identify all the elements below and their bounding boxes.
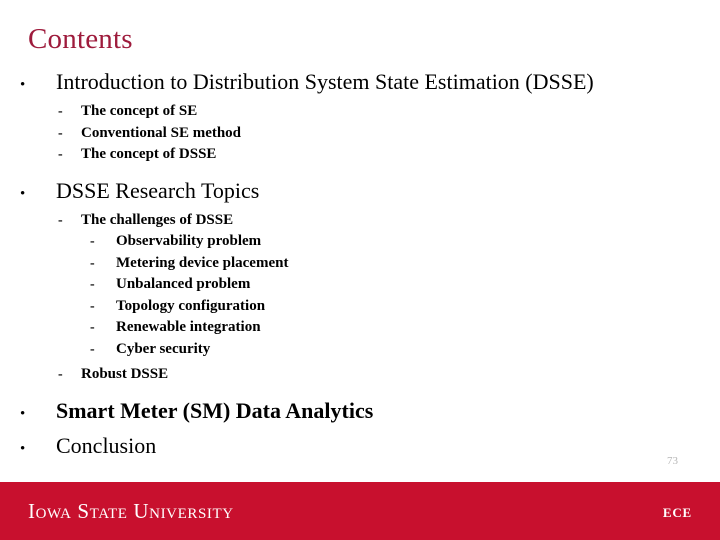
outline-body: • Introduction to Distribution System Sta… bbox=[0, 66, 720, 465]
bullet-marker-icon: • bbox=[20, 77, 26, 93]
outline-item-label: Conventional SE method bbox=[81, 124, 242, 141]
outline-item-label: DSSE Research Topics bbox=[56, 177, 260, 203]
outline-item-label: Observability problem bbox=[116, 233, 262, 249]
outline-item-level-2: - Robust DSSE bbox=[0, 364, 720, 386]
bullet-marker-icon: • bbox=[20, 185, 26, 202]
bullet-marker-icon: - bbox=[58, 367, 63, 382]
outline-item-label: Unbalanced problem bbox=[116, 276, 251, 292]
footer-band: Iowa State University ECE bbox=[0, 482, 720, 540]
bullet-marker-icon: - bbox=[58, 212, 63, 228]
bullet-marker-icon: - bbox=[90, 341, 95, 357]
outline-item-label: The challenges of DSSE bbox=[81, 211, 234, 228]
outline-item-level-1: • Introduction to Distribution System Sta… bbox=[0, 66, 720, 101]
page-number: 73 bbox=[667, 455, 678, 467]
bullet-marker-icon: - bbox=[58, 104, 63, 119]
iowa-state-university-wordmark: Iowa State University bbox=[28, 499, 234, 523]
page-title: Contents bbox=[28, 23, 133, 55]
bullet-marker-icon: • bbox=[20, 405, 26, 422]
outline-item-label: Metering device placement bbox=[116, 254, 289, 271]
outline-item-level-2: - Conventional SE method bbox=[0, 123, 720, 145]
outline-item-level-3: - Unbalanced problem bbox=[0, 274, 720, 296]
bullet-marker-icon: - bbox=[90, 320, 95, 335]
outline-item-label: The concept of SE bbox=[81, 103, 198, 119]
outline-item-label: Topology configuration bbox=[116, 297, 266, 314]
slide-canvas: Contents • Introduction to Distribution S… bbox=[0, 0, 720, 540]
outline-item-level-3: - Renewable integration bbox=[0, 317, 720, 339]
bullet-marker-icon: - bbox=[90, 234, 95, 249]
outline-item-level-3: - Topology configuration bbox=[0, 296, 720, 318]
outline-item-label: Conclusion bbox=[56, 432, 157, 458]
outline-item-level-2: - The challenges of DSSE bbox=[0, 210, 720, 232]
outline-item-label: Introduction to Distribution System Stat… bbox=[56, 69, 594, 94]
bullet-marker-icon: - bbox=[58, 147, 63, 162]
bullet-marker-icon: - bbox=[90, 298, 95, 314]
outline-item-level-2: - The concept of DSSE bbox=[0, 144, 720, 166]
outline-item-level-1: • Smart Meter (SM) Data Analytics bbox=[0, 395, 720, 430]
outline-item-level-2: - The concept of SE bbox=[0, 101, 720, 123]
outline-item-label: Renewable integration bbox=[116, 319, 261, 335]
outline-item-level-3: - Cyber security bbox=[0, 339, 720, 361]
bullet-marker-icon: - bbox=[90, 255, 95, 271]
outline-item-label: Robust DSSE bbox=[81, 366, 169, 382]
outline-item-level-3: - Metering device placement bbox=[0, 253, 720, 275]
bullet-marker-icon: - bbox=[90, 277, 95, 292]
outline-item-level-1: • Conclusion bbox=[0, 430, 720, 465]
outline-item-label: Cyber security bbox=[116, 340, 211, 357]
outline-item-level-3: - Observability problem bbox=[0, 231, 720, 253]
outline-item-label: The concept of DSSE bbox=[81, 146, 217, 162]
outline-spacer bbox=[0, 386, 720, 395]
bullet-marker-icon: • bbox=[20, 440, 26, 457]
outline-spacer bbox=[0, 166, 720, 175]
bullet-marker-icon: - bbox=[58, 125, 63, 141]
outline-item-level-1: • DSSE Research Topics bbox=[0, 175, 720, 210]
ece-department-mark: ECE bbox=[662, 505, 692, 520]
outline-item-label: Smart Meter (SM) Data Analytics bbox=[56, 397, 374, 423]
